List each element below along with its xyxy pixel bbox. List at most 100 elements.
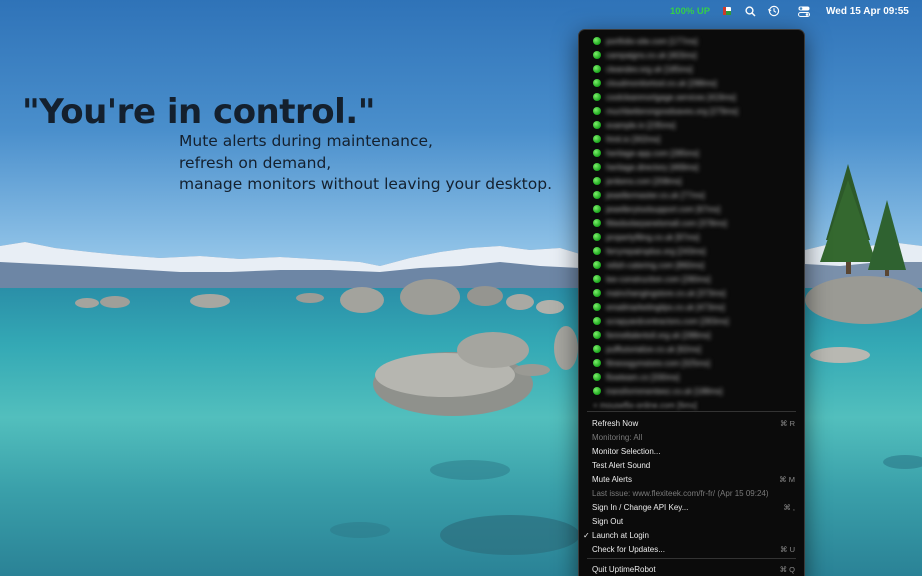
- monitor-list: portfolio-site.com [177ms] campaigns.co.u…: [579, 34, 804, 412]
- monitor-item[interactable]: example.io [235ms]: [579, 118, 804, 132]
- monitor-label: jewellermaster.co.uk [77ms]: [606, 190, 705, 200]
- menu-item-refresh-now[interactable]: Refresh Now ⌘ R: [579, 416, 804, 430]
- monitor-item[interactable]: portfolio-site.com [177ms]: [579, 34, 804, 48]
- monitor-item[interactable]: jenkens.com [208ms]: [579, 174, 804, 188]
- menu-item-quit-uptimerobot[interactable]: Quit UptimeRobot ⌘ Q: [579, 562, 804, 576]
- monitor-item[interactable]: campaigns.co.uk [403ms]: [579, 48, 804, 62]
- status-up-icon: [593, 317, 601, 325]
- status-up-icon: [593, 233, 601, 241]
- menu-item-check-for-updates[interactable]: Check for Updates... ⌘ U: [579, 542, 804, 556]
- monitor-label: cleandev.org.uk [185ms]: [606, 64, 693, 74]
- keyboard-shortcut: ⌘ Q: [779, 564, 795, 574]
- control-center-icon[interactable]: [797, 3, 811, 19]
- monitor-item[interactable]: fitnessgymstore.com [325ms]: [579, 356, 804, 370]
- monitor-label: transformmenteez.co.uk [188ms]: [606, 386, 723, 396]
- status-up-icon: [593, 79, 601, 87]
- monitor-item[interactable]: fittedsolarpanelsmall.com [378ms]: [579, 216, 804, 230]
- menu-bar-clock[interactable]: Wed 15 Apr 09:55: [826, 3, 909, 19]
- promo-subtext-line: manage monitors without leaving your des…: [179, 175, 553, 193]
- menu-actions: Refresh Now ⌘ R Monitoring: All Monitor Sel…: [579, 416, 804, 576]
- menu-item-mute-alerts[interactable]: Mute Alerts ⌘ M: [579, 472, 804, 486]
- more-monitors-label: + mouseflix-online.com [6ms]: [593, 400, 697, 410]
- monitor-label: example.io [235ms]: [606, 120, 676, 130]
- menu-item-label: Monitor Selection...: [592, 446, 661, 456]
- monitor-label: campaigns.co.uk [403ms]: [606, 50, 697, 60]
- monitor-label: portfolio-site.com [177ms]: [606, 36, 698, 46]
- status-up-icon: [593, 275, 601, 283]
- monitor-item[interactable]: relish-catering.com [860ms]: [579, 258, 804, 272]
- menu-item-test-alert-sound[interactable]: Test Alert Sound: [579, 458, 804, 472]
- status-up-icon: [593, 135, 601, 143]
- status-up-icon: [593, 289, 601, 297]
- status-up-icon: [593, 261, 601, 269]
- promo-headline: "You're in control.": [22, 92, 375, 132]
- monitor-label: scrapyardcontractors.com [283ms]: [606, 316, 729, 326]
- keyboard-shortcut: ⌘ ,: [783, 502, 795, 512]
- monitor-item[interactable]: fenneltalentoil.org.uk [288ms]: [579, 328, 804, 342]
- menu-item-label: Check for Updates...: [592, 544, 665, 554]
- menu-info-last-issue-www-flexiteek: Last issue: www.flexiteek.com/fr-fr/ (Ap…: [579, 486, 804, 500]
- monitor-label: jewellerytoolsupport.com [67ms]: [606, 204, 721, 214]
- monitor-item[interactable]: jewellerytoolsupport.com [67ms]: [579, 202, 804, 216]
- monitor-item[interactable]: frinit.io [302ms]: [579, 132, 804, 146]
- uptimerobot-flag-icon[interactable]: [721, 3, 733, 19]
- monitor-item[interactable]: jewellermaster.co.uk [77ms]: [579, 188, 804, 202]
- monitor-item[interactable]: mainchangingstore.co.uk [373ms]: [579, 286, 804, 300]
- monitor-label: muchbetterongoodsaves.org [279ms]: [606, 106, 739, 116]
- monitor-item[interactable]: pufftutorialize.co.uk [62ms]: [579, 342, 804, 356]
- promo-subtext-line: Mute alerts during maintenance,: [179, 132, 433, 150]
- status-up-icon: [593, 65, 601, 73]
- menu-item-monitor-selection[interactable]: Monitor Selection...: [579, 444, 804, 458]
- status-up-icon: [593, 163, 601, 171]
- monitor-label: ferryrepairsplus.org [243ms]: [606, 246, 706, 256]
- monitor-item[interactable]: coolcleanmortgage.services [419ms]: [579, 90, 804, 104]
- search-icon[interactable]: [743, 3, 757, 19]
- monitor-item[interactable]: scrapyardcontractors.com [283ms]: [579, 314, 804, 328]
- monitor-item[interactable]: cleandev.org.uk [185ms]: [579, 62, 804, 76]
- status-up-icon: [593, 121, 601, 129]
- more-monitors-item[interactable]: + mouseflix-online.com [6ms]: [579, 398, 804, 412]
- monitor-item[interactable]: ferryrepairsplus.org [243ms]: [579, 244, 804, 258]
- status-up-icon: [593, 247, 601, 255]
- macos-menu-bar: 100% UP Wed 15 Apr 09:55: [0, 0, 922, 22]
- monitor-label: mainchangingstore.co.uk [373ms]: [606, 288, 726, 298]
- monitor-item[interactable]: transformmenteez.co.uk [188ms]: [579, 384, 804, 398]
- keyboard-shortcut: ⌘ U: [780, 544, 795, 554]
- monitor-item[interactable]: muchbetterongoodsaves.org [279ms]: [579, 104, 804, 118]
- status-up-icon: [593, 387, 601, 395]
- menu-item-sign-in-change-api-key[interactable]: Sign In / Change API Key... ⌘ ,: [579, 500, 804, 514]
- status-up-icon: [593, 191, 601, 199]
- monitor-item[interactable]: emailmarketingtips.co.uk [473ms]: [579, 300, 804, 314]
- monitor-item[interactable]: flowteam.co [330ms]: [579, 370, 804, 384]
- menu-info-monitoring-all: Monitoring: All: [579, 430, 804, 444]
- menu-item-label: Sign Out: [592, 516, 624, 526]
- status-up-icon: [593, 345, 601, 353]
- menu-item-label: Test Alert Sound: [592, 460, 651, 470]
- monitor-label: fittedsolarpanelsmall.com [378ms]: [606, 218, 727, 228]
- menu-item-sign-out[interactable]: Sign Out: [579, 514, 804, 528]
- menu-separator: [587, 558, 796, 559]
- monitor-item[interactable]: propertyfiling.co.uk [97ms]: [579, 230, 804, 244]
- monitor-item[interactable]: heritage-app.com [285ms]: [579, 146, 804, 160]
- status-up-icon: [593, 37, 601, 45]
- menu-item-launch-at-login[interactable]: ✓ Launch at Login: [579, 528, 804, 542]
- status-up-icon: [593, 205, 601, 213]
- status-up-icon: [593, 93, 601, 101]
- monitor-label: flowteam.co [330ms]: [606, 372, 680, 382]
- menu-item-label: Monitoring: All: [592, 432, 643, 442]
- status-up-icon: [593, 149, 601, 157]
- monitor-label: coolcleanmortgage.services [419ms]: [606, 92, 736, 102]
- monitor-label: propertyfiling.co.uk [97ms]: [606, 232, 700, 242]
- status-up-icon: [593, 359, 601, 367]
- menu-item-label: Quit UptimeRobot: [592, 564, 656, 574]
- uptime-status-menu-item[interactable]: 100% UP: [670, 3, 710, 19]
- monitor-item[interactable]: lee-construction.com [280ms]: [579, 272, 804, 286]
- monitor-label: cloudmonitortool.co.uk [288ms]: [606, 78, 717, 88]
- monitor-item[interactable]: heritage.directory [469ms]: [579, 160, 804, 174]
- monitor-item[interactable]: cloudmonitortool.co.uk [288ms]: [579, 76, 804, 90]
- promo-subtext-line: refresh on demand,: [179, 153, 332, 172]
- monitor-label: heritage.directory [469ms]: [606, 162, 699, 172]
- uptimerobot-dropdown-menu: portfolio-site.com [177ms] campaigns.co.u…: [578, 29, 805, 576]
- history-icon[interactable]: [767, 3, 781, 19]
- menu-item-label: Mute Alerts: [592, 474, 633, 484]
